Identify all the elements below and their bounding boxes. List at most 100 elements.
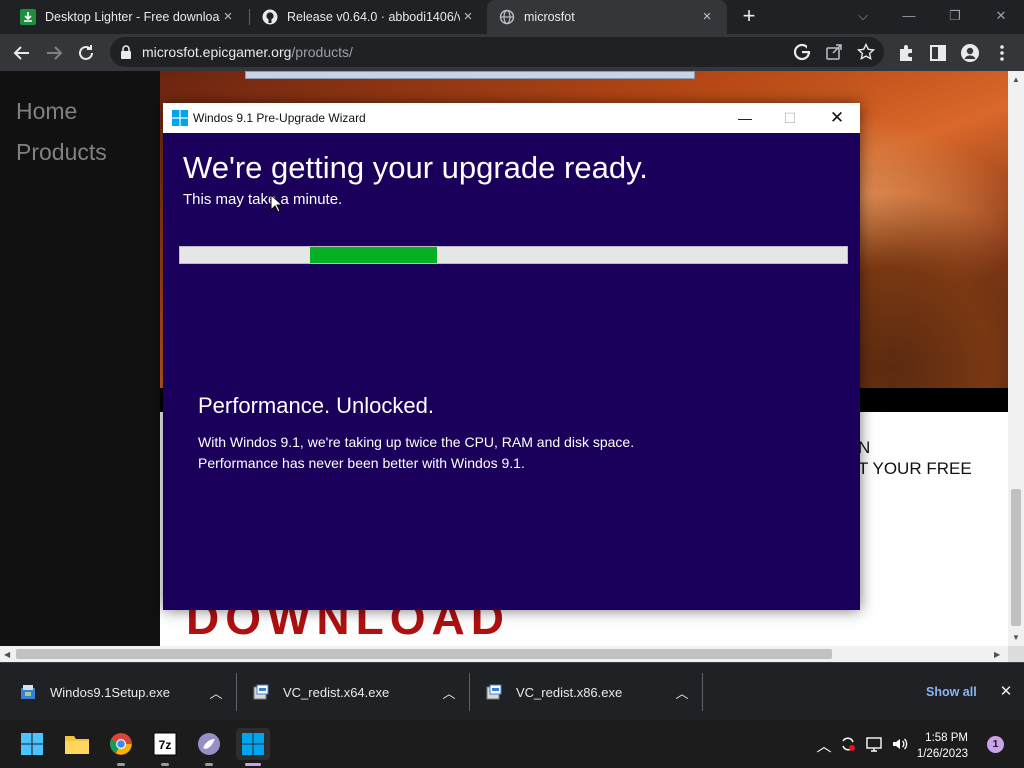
- 7zip-icon[interactable]: 7z: [149, 728, 181, 766]
- clock-date: 1/26/2023: [916, 748, 968, 760]
- running-indicator: [161, 763, 169, 766]
- tray-overflow-chevron-icon[interactable]: ︿: [814, 735, 834, 756]
- shelf-separator: [469, 673, 470, 711]
- chevron-up-icon[interactable]: ︿: [441, 683, 457, 702]
- new-tab-button[interactable]: +: [738, 5, 760, 28]
- address-bar[interactable]: microsfot.epicgamer.org/products/: [110, 37, 884, 67]
- active-indicator: [245, 763, 261, 766]
- windos-wizard-taskbar-icon[interactable]: [236, 728, 270, 766]
- progress-fill: [310, 247, 437, 263]
- bookmark-star-icon[interactable]: [856, 42, 876, 61]
- volume-icon[interactable]: [890, 735, 910, 757]
- scroll-up-icon[interactable]: ▲: [1012, 75, 1020, 84]
- lock-icon[interactable]: [120, 45, 132, 59]
- upgrade-progress-bar: [179, 246, 848, 264]
- side-panel-icon[interactable]: [926, 41, 950, 65]
- browser-toolbar: microsfot.epicgamer.org/products/: [0, 34, 1024, 71]
- green-download-icon: [20, 9, 36, 25]
- download-shelf: Windos9.1Setup.exe ︿ VC_redist.x64.exe ︿…: [0, 662, 1024, 720]
- back-icon[interactable]: [10, 41, 34, 65]
- reload-icon[interactable]: [74, 41, 98, 65]
- chevron-up-icon[interactable]: ︿: [674, 683, 690, 702]
- promo-line: N: [858, 438, 871, 457]
- page-banner-strip: [245, 71, 695, 79]
- promo-line: T YOUR FREE: [858, 459, 972, 478]
- google-icon[interactable]: [793, 43, 811, 61]
- download-filename: VC_redist.x86.exe: [516, 684, 623, 700]
- notification-badge[interactable]: 1: [987, 736, 1004, 753]
- globe-icon: [499, 9, 515, 25]
- tab-search-icon[interactable]: ⌵: [850, 6, 876, 26]
- scroll-down-icon[interactable]: ▼: [1012, 633, 1020, 642]
- chrome-icon[interactable]: [105, 728, 137, 766]
- wizard-titlebar[interactable]: Windos 9.1 Pre-Upgrade Wizard — ☐ ✕: [163, 103, 860, 133]
- share-icon[interactable]: [825, 43, 843, 61]
- wizard-title: Windos 9.1 Pre-Upgrade Wizard: [193, 111, 366, 125]
- performance-line: With Windos 9.1, we're taking up twice t…: [198, 434, 635, 450]
- scroll-right-icon[interactable]: ▶: [994, 650, 1000, 659]
- clock[interactable]: 1:58 PM 1/26/2023: [908, 730, 968, 762]
- file-explorer-icon[interactable]: [61, 728, 93, 760]
- svg-text:7z: 7z: [159, 738, 172, 752]
- download-item-vc-redist-x86[interactable]: VC_redist.x86.exe ︿: [486, 663, 690, 721]
- installer-icon: [253, 684, 269, 700]
- download-filename: VC_redist.x64.exe: [283, 684, 390, 700]
- app-bird-icon[interactable]: [193, 728, 225, 766]
- tab-close-icon[interactable]: ×: [220, 9, 236, 25]
- windows-taskbar: 7z ︿ 1:58 PM 1/26/2023 1: [0, 720, 1024, 768]
- tab-close-icon[interactable]: ×: [699, 9, 715, 25]
- sidebar-nav: Home Products: [0, 71, 160, 646]
- running-indicator: [205, 763, 213, 766]
- tab-title: Desktop Lighter - Free download: [45, 10, 220, 24]
- menu-kebab-icon[interactable]: [990, 41, 1014, 65]
- restore-button[interactable]: ❐: [942, 6, 968, 26]
- download-item-vc-redist-x64[interactable]: VC_redist.x64.exe ︿: [253, 663, 457, 721]
- tab-close-icon[interactable]: ×: [460, 9, 476, 25]
- scrollbar-corner: [1008, 646, 1024, 662]
- wizard-minimize-button[interactable]: —: [730, 107, 760, 129]
- url-text: microsfot.epicgamer.org/products/: [142, 44, 353, 60]
- tab-strip: Desktop Lighter - Free download × Releas…: [0, 0, 1024, 34]
- download-filename: Windos9.1Setup.exe: [50, 684, 170, 700]
- horizontal-scroll-thumb[interactable]: [16, 649, 832, 659]
- nav-link-products[interactable]: Products: [16, 139, 107, 166]
- clock-time: 1:58 PM: [925, 732, 968, 744]
- tab-title: microsfot: [524, 10, 575, 24]
- wizard-close-button[interactable]: ✕: [822, 107, 852, 129]
- wizard-maximize-button[interactable]: ☐: [775, 107, 805, 129]
- setup-icon: [20, 684, 36, 700]
- close-shelf-icon[interactable]: ✕: [998, 682, 1014, 700]
- shelf-separator: [236, 673, 237, 711]
- forward-icon[interactable]: [42, 41, 66, 65]
- show-all-downloads-link[interactable]: Show all: [926, 685, 977, 699]
- tab-desktop-lighter[interactable]: Desktop Lighter - Free download ×: [8, 0, 248, 34]
- scroll-left-icon[interactable]: ◀: [4, 650, 10, 659]
- vertical-scrollbar[interactable]: ▲ ▼: [1008, 71, 1024, 646]
- chevron-up-icon[interactable]: ︿: [208, 683, 224, 702]
- horizontal-scrollbar[interactable]: ◀ ▶: [0, 646, 1008, 662]
- installer-icon: [486, 684, 502, 700]
- tab-title: Release v0.64.0 · abbodi1406/vcredist: [287, 10, 460, 24]
- start-button-icon[interactable]: [16, 728, 48, 760]
- tab-microsfot[interactable]: microsfot ×: [487, 0, 727, 34]
- extensions-icon[interactable]: [894, 41, 918, 65]
- vertical-scroll-thumb[interactable]: [1011, 489, 1021, 626]
- shelf-separator: [702, 673, 703, 711]
- promo-text: N T YOUR FREE: [858, 437, 972, 479]
- network-icon[interactable]: [864, 735, 884, 757]
- windows-logo-icon: [172, 110, 188, 126]
- upgrade-wizard-window: Windos 9.1 Pre-Upgrade Wizard — ☐ ✕ We'r…: [163, 103, 860, 610]
- tab-github-release[interactable]: Release v0.64.0 · abbodi1406/vcredist ×: [250, 0, 488, 34]
- performance-description: With Windos 9.1, we're taking up twice t…: [198, 432, 634, 474]
- performance-line: Performance has never been better with W…: [198, 455, 525, 471]
- nav-link-home[interactable]: Home: [16, 98, 77, 125]
- download-item-windos-setup[interactable]: Windos9.1Setup.exe ︿: [20, 663, 224, 721]
- minimize-button[interactable]: —: [896, 6, 922, 26]
- sync-icon[interactable]: [838, 735, 858, 757]
- url-host: microsfot.epicgamer.org: [142, 44, 292, 60]
- github-icon: [262, 9, 278, 25]
- running-indicator: [117, 763, 125, 766]
- profile-icon[interactable]: [958, 41, 982, 65]
- wizard-heading: We're getting your upgrade ready.: [183, 150, 648, 185]
- close-window-button[interactable]: ✕: [988, 6, 1014, 26]
